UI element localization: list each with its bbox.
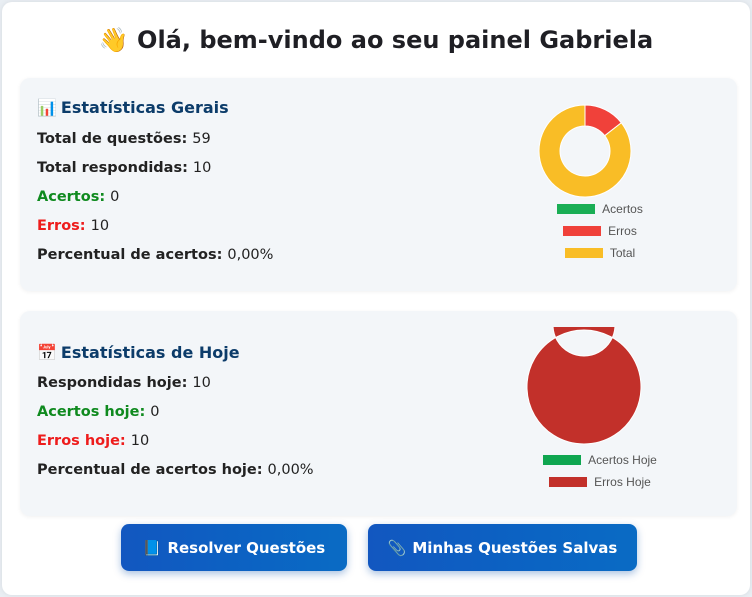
stat-answered-today-label: Respondidas hoje: bbox=[37, 375, 188, 391]
general-chart-legend-item[interactable]: Acertos bbox=[557, 202, 643, 216]
stat-answered-today-value: 10 bbox=[192, 375, 211, 391]
calendar-icon: 📅 bbox=[37, 343, 57, 362]
stat-correct-today: Acertos hoje: 0 bbox=[37, 404, 160, 420]
general-chart-legend-label: Acertos bbox=[602, 202, 643, 216]
general-chart-legend-swatch bbox=[557, 204, 596, 214]
general-chart-legend-label: Erros bbox=[608, 224, 637, 238]
stat-correct: Acertos: 0 bbox=[37, 189, 119, 205]
general-chart-legend-label: Total bbox=[609, 246, 636, 260]
today-stats-title: 📅 Estatísticas de Hoje bbox=[37, 343, 240, 362]
stat-total-questions-value: 59 bbox=[192, 131, 211, 147]
general-chart-legend-swatch bbox=[564, 248, 603, 258]
resolve-questions-button[interactable]: 📘 Resolver Questões bbox=[121, 524, 347, 571]
today-stats-card: 📅 Estatísticas de Hoje Respondidas hoje: 1… bbox=[20, 311, 737, 516]
today-chart-legend-swatch bbox=[543, 455, 582, 465]
today-chart-legend-swatch bbox=[549, 477, 588, 487]
dashboard-panel: 👋 Olá, bem-vindo ao seu painel Gabriela … bbox=[2, 2, 750, 595]
stat-correct-label: Acertos: bbox=[37, 189, 106, 205]
today-chart-legend-item[interactable]: Acertos Hoje bbox=[543, 453, 657, 467]
stat-correct-value: 0 bbox=[110, 189, 120, 205]
stat-total-questions: Total de questões: 59 bbox=[37, 131, 211, 147]
page-title-text: Olá, bem-vindo ao seu painel Gabriela bbox=[137, 26, 654, 54]
general-chart-legend-swatch bbox=[563, 226, 602, 236]
wave-icon: 👋 bbox=[98, 26, 129, 54]
resolve-questions-label: Resolver Questões bbox=[167, 538, 326, 557]
stat-errors-value: 10 bbox=[90, 218, 110, 234]
stat-total-answered: Total respondidas: 10 bbox=[37, 160, 211, 176]
stat-percent-today-value: 0,00% bbox=[267, 462, 314, 478]
today-chart-slice-erros-hoje bbox=[526, 327, 642, 445]
stat-percent-today: Percentual de acertos hoje: 0,00% bbox=[37, 462, 314, 478]
saved-questions-button[interactable]: 📎 Minhas Questões Salvas bbox=[368, 524, 637, 571]
today-chart-legend-item[interactable]: Erros Hoje bbox=[549, 475, 651, 489]
general-stats-title: 📊 Estatísticas Gerais bbox=[37, 98, 229, 117]
general-doughnut-chart bbox=[538, 104, 632, 198]
general-chart-legend: Acertos Erros Total bbox=[520, 202, 680, 272]
stat-errors-today: Erros hoje: 10 bbox=[37, 433, 149, 449]
stat-correct-today-label: Acertos hoje: bbox=[37, 404, 146, 420]
stat-answered-today: Respondidas hoje: 10 bbox=[37, 375, 211, 391]
saved-questions-label: Minhas Questões Salvas bbox=[412, 538, 618, 557]
stat-total-answered-label: Total respondidas: bbox=[37, 160, 188, 176]
general-stats-title-text: Estatísticas Gerais bbox=[60, 98, 229, 117]
book-icon: 📘 bbox=[142, 538, 162, 557]
general-stats-card: 📊 Estatísticas Gerais Total de questões: 5… bbox=[20, 78, 737, 291]
stat-errors: Erros: 10 bbox=[37, 218, 109, 234]
general-chart-legend-item[interactable]: Erros bbox=[563, 224, 637, 238]
today-chart-legend-label: Acertos Hoje bbox=[588, 453, 657, 467]
stat-errors-label: Erros: bbox=[37, 218, 86, 234]
stat-correct-today-value: 0 bbox=[150, 404, 160, 420]
stat-errors-today-label: Erros hoje: bbox=[37, 433, 126, 449]
bar-chart-icon: 📊 bbox=[37, 98, 57, 117]
stat-total-questions-label: Total de questões: bbox=[37, 131, 188, 147]
stat-percent-value: 0,00% bbox=[227, 247, 274, 263]
today-doughnut-chart bbox=[526, 327, 642, 445]
today-chart-legend-label: Erros Hoje bbox=[594, 475, 651, 489]
today-stats-title-text: Estatísticas de Hoje bbox=[60, 343, 240, 362]
stat-total-answered-value: 10 bbox=[192, 160, 212, 176]
page-title: 👋 Olá, bem-vindo ao seu painel Gabriela bbox=[2, 26, 750, 54]
today-chart-legend: Acertos Hoje Erros Hoje bbox=[520, 453, 680, 503]
stat-percent-today-label: Percentual de acertos hoje: bbox=[37, 462, 263, 478]
stat-errors-today-value: 10 bbox=[130, 433, 150, 449]
stat-percent: Percentual de acertos: 0,00% bbox=[37, 247, 273, 263]
general-chart-legend-item[interactable]: Total bbox=[564, 246, 636, 260]
stat-percent-label: Percentual de acertos: bbox=[37, 247, 223, 263]
paperclip-icon: 📎 bbox=[387, 538, 407, 557]
